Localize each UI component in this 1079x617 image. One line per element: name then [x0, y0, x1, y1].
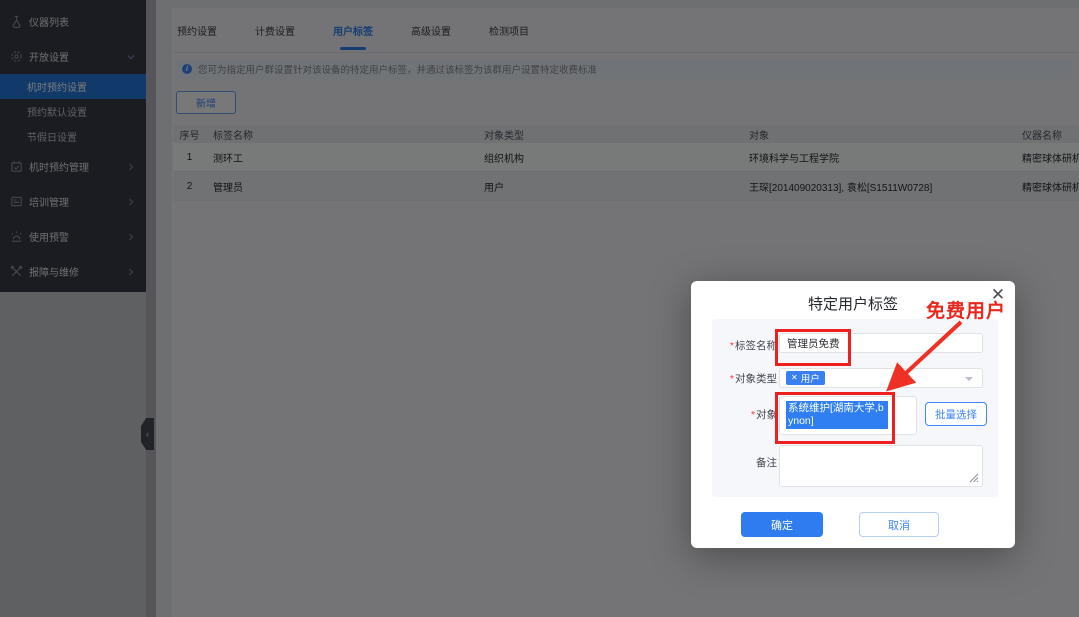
required-asterisk: *: [750, 409, 755, 421]
label-remark: 备注: [756, 457, 777, 469]
annotation-text: 免费用户: [926, 301, 1007, 322]
confirm-button[interactable]: 确定: [741, 512, 823, 537]
select-chevron-down-icon: [965, 377, 973, 381]
required-asterisk: *: [729, 340, 734, 352]
annotation-highlight-box-object: [775, 392, 895, 444]
label-object: *对象: [750, 409, 777, 421]
remark-textarea[interactable]: [779, 445, 983, 487]
tag-label: 用户: [800, 374, 820, 385]
batch-select-button[interactable]: 批量选择: [925, 402, 987, 426]
object-type-select[interactable]: ✕ 用户: [779, 368, 983, 388]
object-type-tag: ✕ 用户: [786, 371, 825, 385]
cancel-button[interactable]: 取消: [859, 512, 939, 537]
required-asterisk: *: [729, 373, 734, 385]
tag-close-icon[interactable]: ✕: [791, 374, 798, 382]
resize-grip-icon[interactable]: [967, 471, 979, 483]
label-tag-name: *标签名称: [729, 340, 777, 352]
label-object-type: *对象类型: [729, 373, 777, 385]
specific-user-tag-dialog: 特定用户标签 ✕ *标签名称 管理员免费 *对象类型 ✕ 用户 *对象 系统维护…: [691, 281, 1015, 548]
annotation-highlight-box-tag-name: [775, 329, 851, 366]
